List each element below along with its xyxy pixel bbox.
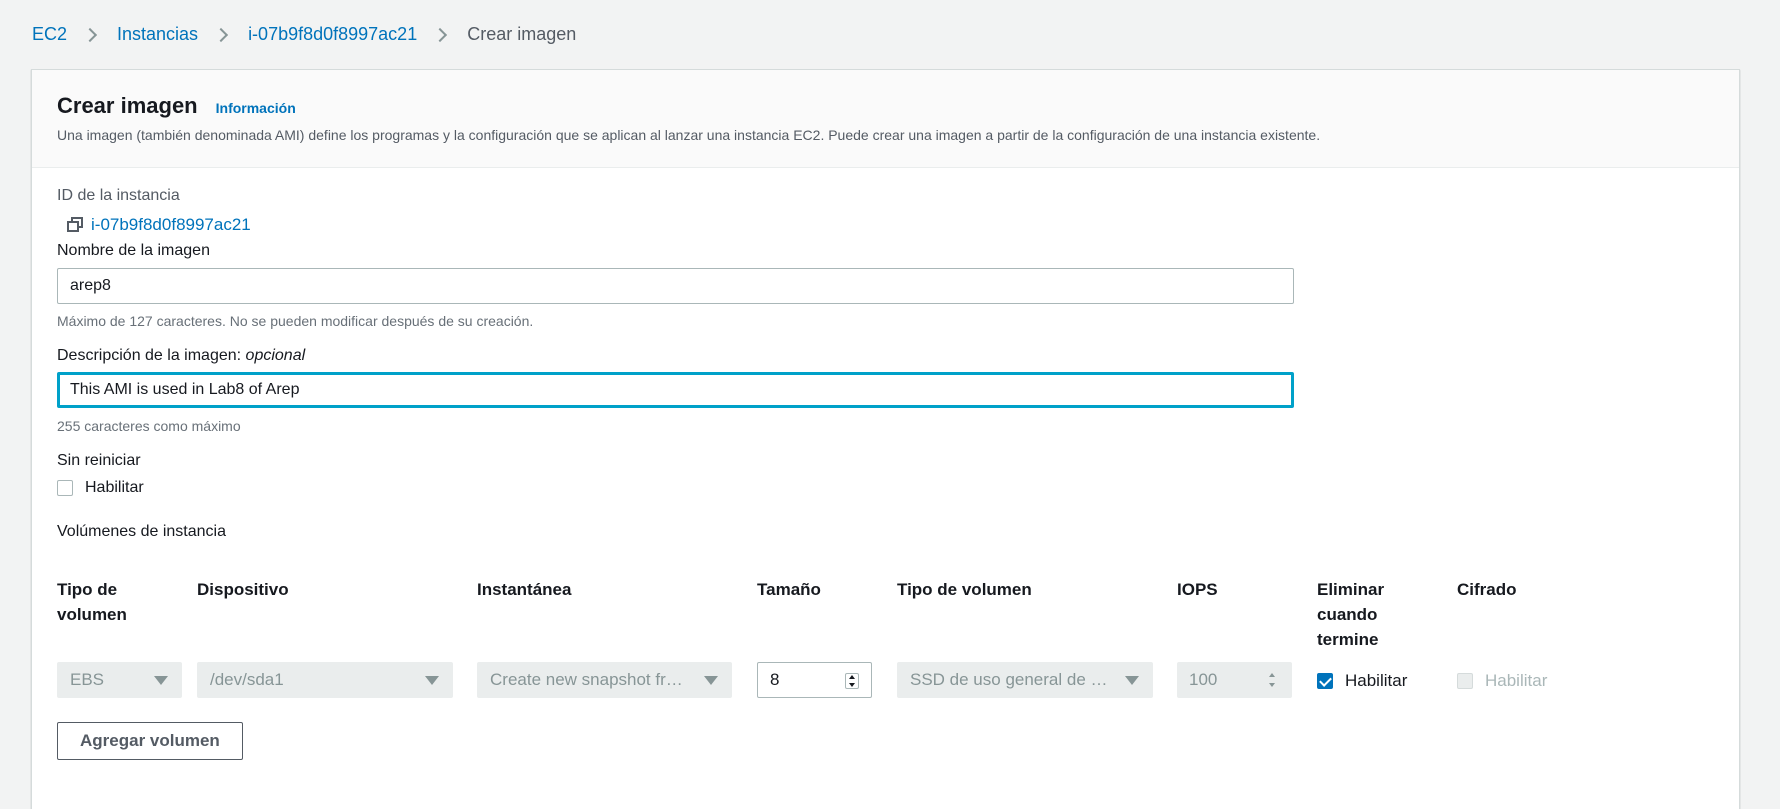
volumes-title: Volúmenes de instancia [57,523,226,540]
image-name-label: Nombre de la imagen [57,242,210,259]
th-size: Tamaño [757,580,821,599]
breadcrumb-instance-id[interactable]: i-07b9f8d0f8997ac21 [248,24,417,45]
copy-icon[interactable] [65,215,85,235]
delete-on-termination-checkbox[interactable] [1317,673,1333,689]
encrypted-label: Habilitar [1485,671,1548,690]
chevron-right-icon [213,27,229,42]
caret-down-icon [425,676,439,685]
no-reboot-label: Sin reiniciar [57,452,141,469]
volume-kind-select[interactable]: SSD de uso general de … [897,662,1153,698]
volume-type-select[interactable]: EBS [57,662,182,698]
spinner-icon [1266,672,1280,688]
image-name-hint: Máximo de 127 caracteres. No se pueden m… [57,313,534,329]
device-select[interactable]: /dev/sda1 [197,662,453,698]
breadcrumb-ec2[interactable]: EC2 [32,24,67,45]
spinner-icon[interactable] [845,673,859,689]
volume-kind-value: SSD de uso general de … [910,670,1108,689]
breadcrumb: EC2 Instancias i-07b9f8d0f8997ac21 Crear… [32,24,576,45]
snapshot-value: Create new snapshot fr… [490,670,683,689]
no-reboot-checkbox-label[interactable]: Habilitar [85,479,144,497]
breadcrumb-current: Crear imagen [467,24,577,44]
encrypted-checkbox [1457,673,1473,689]
info-link[interactable]: Información [216,100,296,116]
no-reboot-checkbox[interactable] [57,480,73,496]
th-volume-type: Tipo de volumen [57,580,127,624]
iops-value: 100 [1189,670,1218,689]
image-name-input[interactable] [57,268,1294,304]
instance-id-link[interactable]: i-07b9f8d0f8997ac21 [91,215,251,235]
image-description-label: Descripción de la imagen: opcional [57,347,305,365]
th-device: Dispositivo [197,580,289,599]
th-iops: IOPS [1177,580,1218,599]
chevron-right-icon [433,27,448,42]
delete-on-termination-label[interactable]: Habilitar [1345,671,1407,691]
th-snapshot: Instantánea [477,580,572,599]
panel-header: Crear imagen Información Una imagen (tam… [32,70,1739,168]
breadcrumb-instances[interactable]: Instancias [117,24,198,45]
th-volume-kind: Tipo de volumen [897,580,1032,599]
size-value: 8 [770,670,780,689]
create-image-panel: Crear imagen Información Una imagen (tam… [31,69,1740,809]
image-description-label-text: Descripción de la imagen: [57,347,242,364]
image-description-input[interactable] [57,372,1294,408]
snapshot-select[interactable]: Create new snapshot fr… [477,662,732,698]
add-volume-button[interactable]: Agregar volumen [57,722,243,760]
volume-type-value: EBS [70,670,105,689]
page-title: Crear imagen [57,93,198,118]
th-encrypted: Cifrado [1457,580,1517,599]
optional-label: opcional [245,347,306,364]
caret-down-icon [154,676,168,685]
caret-down-icon [704,676,718,685]
page-description: Una imagen (también denominada AMI) defi… [57,127,1321,143]
th-delete-on-termination: Eliminar cuando termine [1317,580,1385,649]
caret-down-icon [1125,676,1139,685]
device-value: /dev/sda1 [210,670,284,689]
size-input[interactable]: 8 [757,662,872,698]
chevron-right-icon [82,27,98,42]
instance-id-label: ID de la instancia [57,187,180,204]
image-description-hint: 255 caracteres como máximo [57,418,241,434]
iops-input: 100 [1177,662,1292,698]
